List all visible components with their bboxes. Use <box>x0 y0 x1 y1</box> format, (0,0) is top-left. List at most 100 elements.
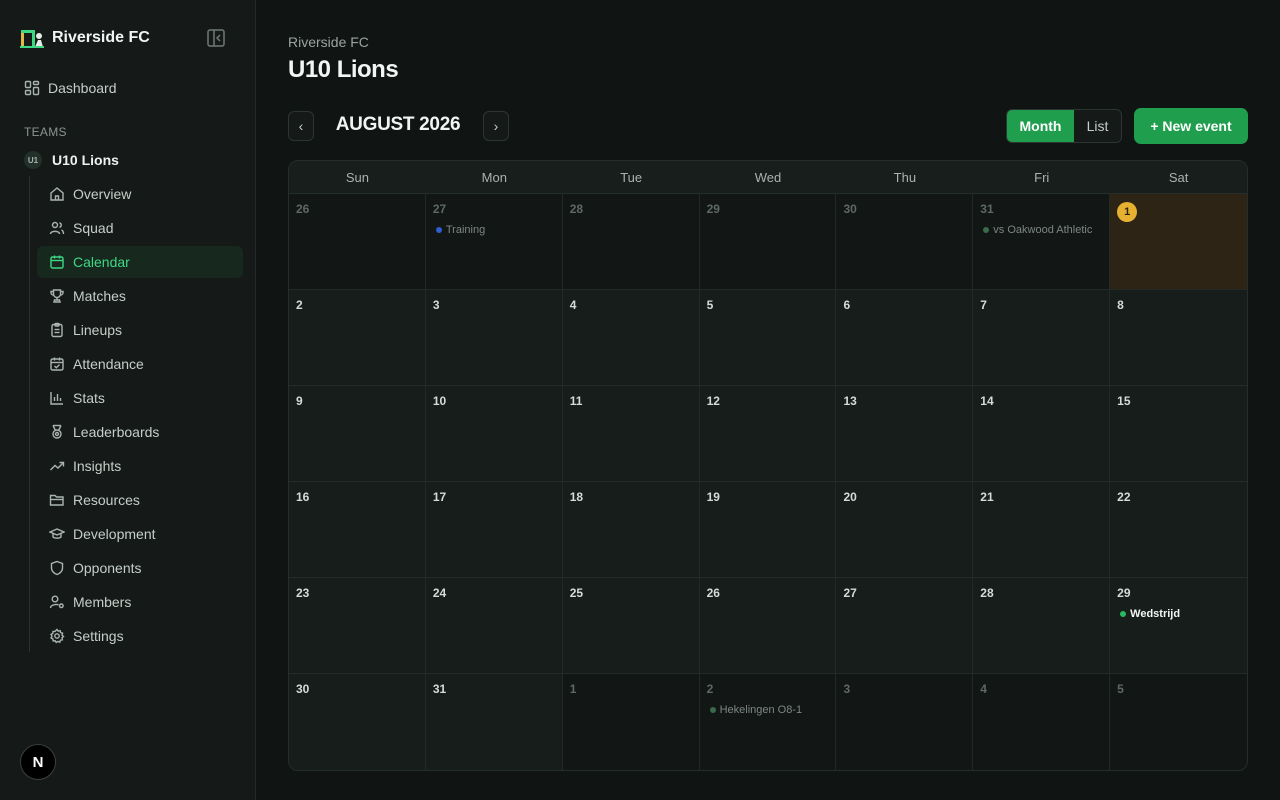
calendar-day[interactable]: 30 <box>289 674 426 770</box>
sidebar-item-lineups[interactable]: Lineups <box>37 314 243 346</box>
sidebar-item-label: Attendance <box>73 356 144 372</box>
day-number: 13 <box>843 394 857 408</box>
calendar-day[interactable]: 19 <box>699 482 837 577</box>
calendar-day[interactable]: 5 <box>699 290 837 385</box>
sidebar-item-overview[interactable]: Overview <box>37 178 243 210</box>
new-event-button[interactable]: + New event <box>1134 108 1248 144</box>
day-number: 28 <box>980 586 994 600</box>
sidebar-item-label: Squad <box>73 220 114 236</box>
event-label: Wedstrijd <box>1130 608 1181 620</box>
sidebar-item-calendar[interactable]: Calendar <box>37 246 243 278</box>
sidebar-item-opponents[interactable]: Opponents <box>37 552 243 584</box>
calendar-day[interactable]: 11 <box>562 386 700 481</box>
calendar-day[interactable]: 13 <box>836 386 974 481</box>
event-dot-icon <box>983 227 990 233</box>
calendar-week-row: 9 10 11 12 13 14 15 <box>289 386 1247 482</box>
view-toggle: Month List <box>1006 109 1122 143</box>
nav-dashboard[interactable]: Dashboard <box>24 76 117 100</box>
calendar-day[interactable]: 29 <box>699 194 837 289</box>
sidebar-item-development[interactable]: Development <box>37 518 243 550</box>
calendar-day-today[interactable]: 1 <box>1110 194 1247 289</box>
calendar-day[interactable]: 15 <box>1110 386 1247 481</box>
calendar-day[interactable]: 21 <box>973 482 1111 577</box>
sidebar-item-squad[interactable]: Squad <box>37 212 243 244</box>
user-cog-icon <box>49 594 65 610</box>
clipboard-icon <box>49 322 65 338</box>
calendar-event[interactable]: Training <box>435 224 485 236</box>
calendar-day[interactable]: 20 <box>836 482 974 577</box>
breadcrumb[interactable]: Riverside FC <box>288 34 369 50</box>
sidebar-item-matches[interactable]: Matches <box>37 280 243 312</box>
sidebar-item-leaderboards[interactable]: Leaderboards <box>37 416 243 448</box>
calendar-day[interactable]: 18 <box>562 482 700 577</box>
calendar-day[interactable]: 2 Hekelingen O8-1 <box>699 674 837 770</box>
calendar-day[interactable]: 1 <box>562 674 700 770</box>
day-number: 2 <box>706 682 714 696</box>
calendar-day[interactable]: 10 <box>425 386 563 481</box>
calendar-day[interactable]: 8 <box>1110 290 1247 385</box>
calendar-day[interactable]: 7 <box>973 290 1111 385</box>
calendar-day[interactable]: 31 <box>425 674 563 770</box>
brand[interactable]: Riverside FC <box>20 26 150 50</box>
collapse-sidebar-button[interactable] <box>206 28 226 48</box>
shield-icon <box>49 560 65 576</box>
view-month-button[interactable]: Month <box>1007 110 1074 142</box>
calendar-day[interactable]: 5 <box>1110 674 1247 770</box>
day-number: 31 <box>980 202 994 216</box>
weekday-label: Thu <box>893 169 917 185</box>
sidebar-item-attendance[interactable]: Attendance <box>37 348 243 380</box>
day-number: 17 <box>432 490 447 504</box>
prev-month-button[interactable]: ‹ <box>288 111 314 141</box>
calendar-day[interactable]: 16 <box>289 482 426 577</box>
weekday-header: Sun Mon Tue Wed Thu Fri Sat <box>289 161 1247 194</box>
calendar-day[interactable]: 12 <box>699 386 837 481</box>
calendar-day[interactable]: 27 Training <box>425 194 563 289</box>
calendar-day[interactable]: 29 Wedstrijd <box>1110 578 1247 673</box>
sidebar-item-insights[interactable]: Insights <box>37 450 243 482</box>
day-number: 26 <box>706 586 720 600</box>
calendar-event[interactable]: vs Oakwood Athletic <box>983 224 1092 236</box>
calendar-day[interactable]: 31 vs Oakwood Athletic <box>973 194 1111 289</box>
calendar-icon <box>49 254 65 270</box>
calendar-day[interactable]: 30 <box>836 194 974 289</box>
trending-up-icon <box>49 458 65 474</box>
next-month-button[interactable]: › <box>483 111 509 141</box>
calendar-day[interactable]: 23 <box>289 578 426 673</box>
sidebar-item-settings[interactable]: Settings <box>37 620 243 652</box>
day-number: 29 <box>706 202 720 216</box>
calendar-day[interactable]: 22 <box>1110 482 1247 577</box>
calendar-day[interactable]: 26 <box>699 578 837 673</box>
team-u10-lions[interactable]: U1 U10 Lions <box>24 150 119 170</box>
weekday-label: Sun <box>345 169 369 185</box>
calendar-day[interactable]: 14 <box>973 386 1111 481</box>
next-devtools-button[interactable]: N <box>20 744 56 780</box>
calendar-day[interactable]: 25 <box>562 578 700 673</box>
sidebar-item-label: Leaderboards <box>73 424 160 440</box>
month-label: AUGUST 2026 <box>335 114 461 135</box>
team-name: U10 Lions <box>52 152 119 168</box>
calendar-check-icon <box>49 356 65 372</box>
calendar-day[interactable]: 28 <box>562 194 700 289</box>
calendar-day[interactable]: 4 <box>562 290 700 385</box>
sidebar-item-stats[interactable]: Stats <box>37 382 243 414</box>
calendar-event[interactable]: Hekelingen O8-1 <box>709 704 802 716</box>
calendar-day[interactable]: 6 <box>836 290 974 385</box>
day-number: 14 <box>980 394 994 408</box>
calendar-day[interactable]: 28 <box>973 578 1111 673</box>
sidebar-item-label: Lineups <box>73 322 123 338</box>
calendar-day[interactable]: 17 <box>425 482 563 577</box>
sidebar-item-resources[interactable]: Resources <box>37 484 243 516</box>
calendar-day[interactable]: 3 <box>425 290 563 385</box>
calendar-day[interactable]: 27 <box>836 578 974 673</box>
sidebar-item-label: Overview <box>73 186 132 202</box>
calendar-day[interactable]: 2 <box>289 290 426 385</box>
calendar-day[interactable]: 9 <box>289 386 426 481</box>
sidebar-item-members[interactable]: Members <box>37 586 243 618</box>
calendar-day[interactable]: 24 <box>425 578 563 673</box>
view-list-button[interactable]: List <box>1074 110 1121 142</box>
calendar-event[interactable]: Wedstrijd <box>1120 608 1180 620</box>
calendar-day[interactable]: 26 <box>289 194 426 289</box>
day-number: 28 <box>569 202 584 216</box>
calendar-day[interactable]: 3 <box>836 674 974 770</box>
calendar-day[interactable]: 4 <box>973 674 1111 770</box>
